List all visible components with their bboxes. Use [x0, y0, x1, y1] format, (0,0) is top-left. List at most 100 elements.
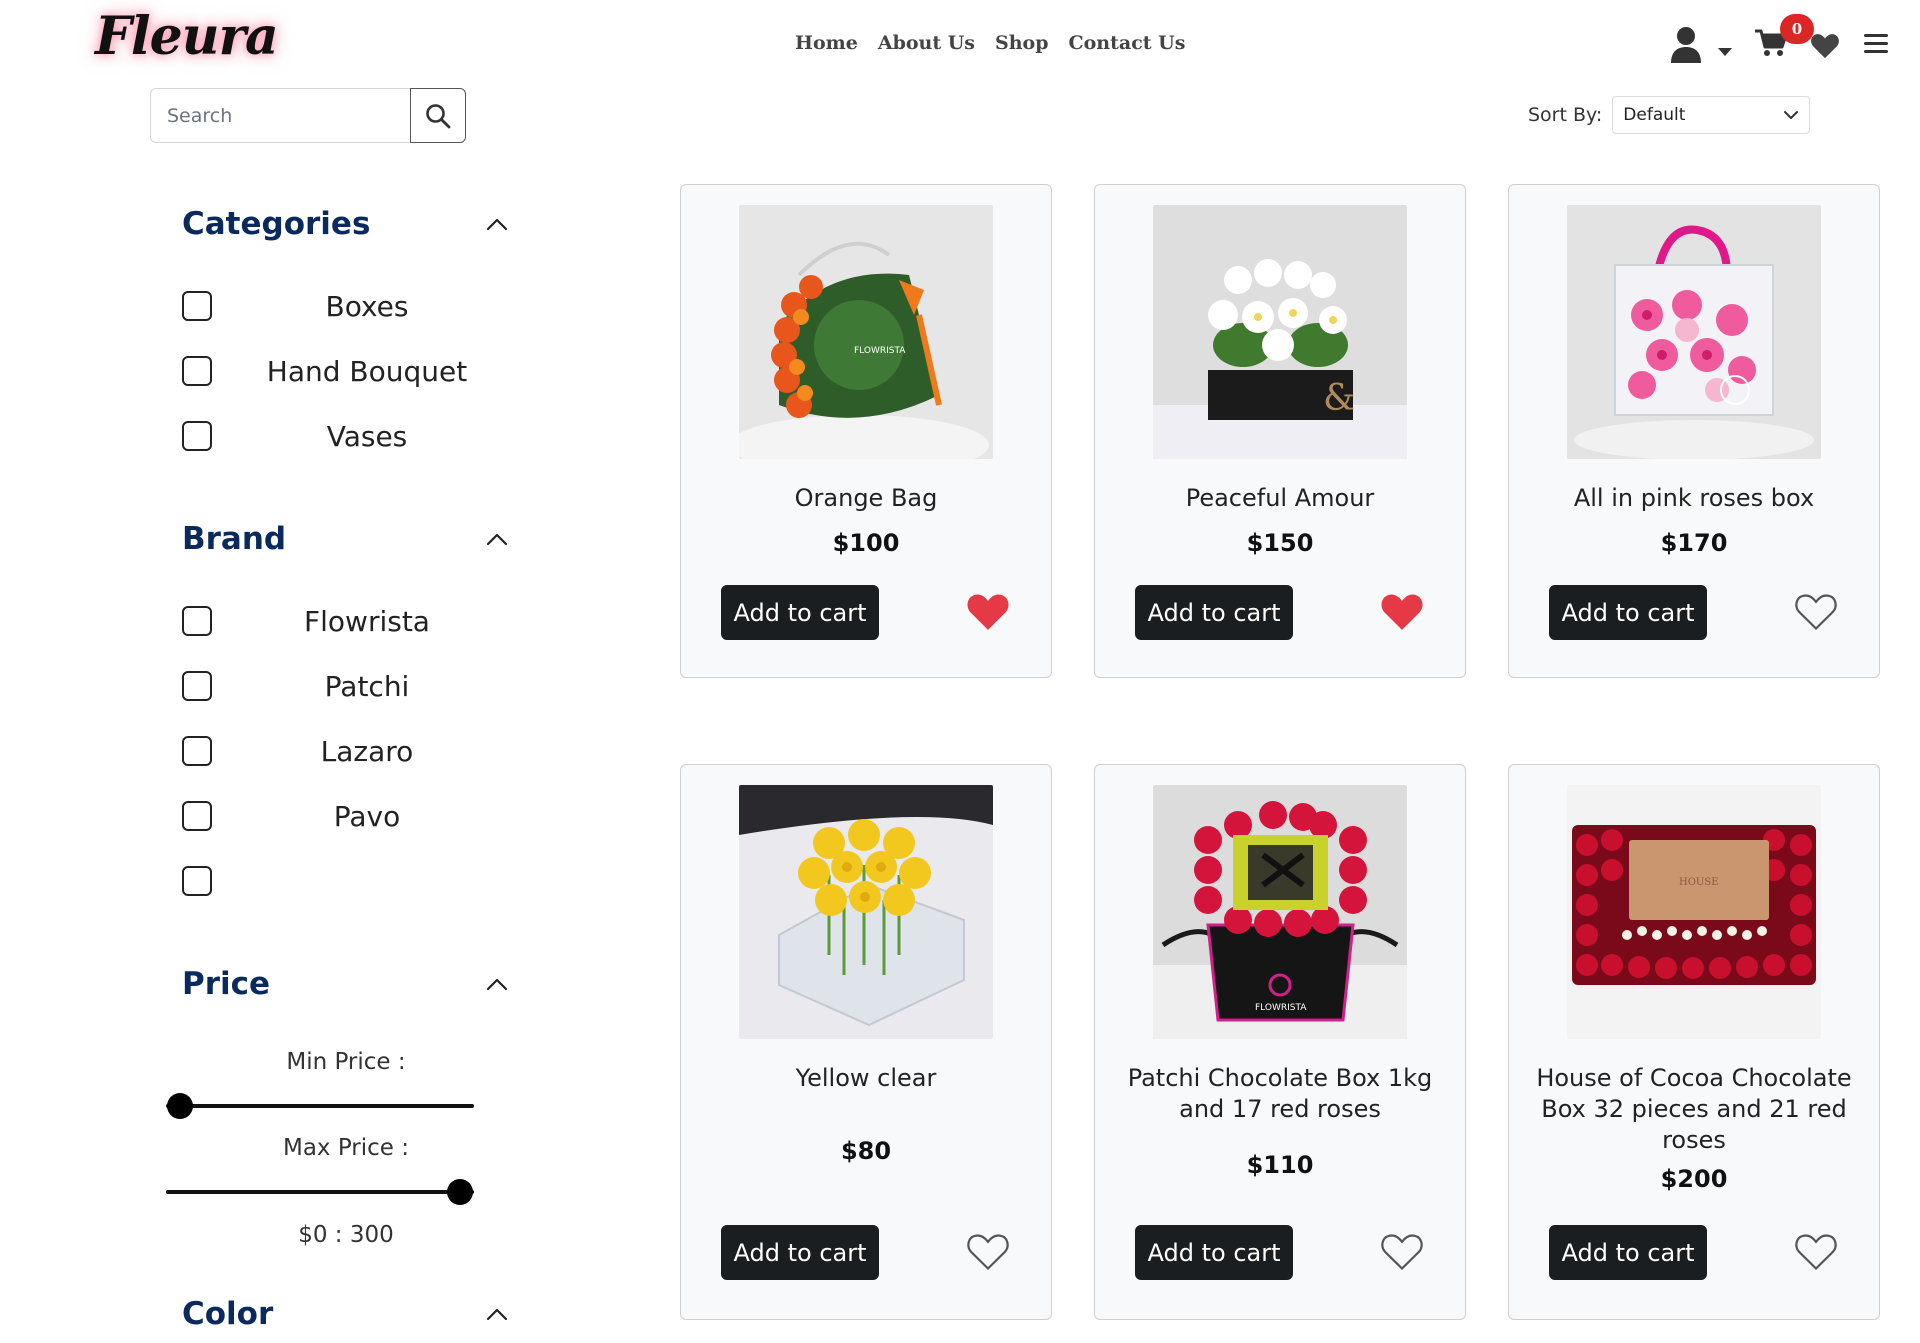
max-price-label: Max Price :	[282, 1135, 410, 1161]
product-price: $200	[1660, 1165, 1728, 1193]
category-option: Boxes	[182, 286, 512, 326]
search-input[interactable]	[150, 88, 410, 143]
slider-track	[166, 1190, 474, 1194]
category-checkbox-boxes[interactable]	[182, 291, 212, 321]
favorite-button[interactable]	[966, 591, 1010, 635]
price-range-text: $0 : 300	[298, 1222, 394, 1248]
sort-control: Sort By: Default	[1528, 96, 1811, 134]
product-image-yellow-clear[interactable]	[739, 785, 993, 1039]
sort-select[interactable]: Default	[1612, 96, 1811, 134]
search-icon	[426, 103, 451, 128]
favorite-button[interactable]	[966, 1231, 1010, 1275]
chevron-up-icon	[486, 218, 508, 231]
search-bar	[150, 88, 466, 143]
color-collapse-toggle[interactable]	[482, 1299, 512, 1329]
heart-filled-icon	[1381, 594, 1423, 630]
brand-option	[182, 861, 512, 901]
sort-selected-value: Default	[1623, 105, 1686, 125]
heart-outline-icon	[1795, 1234, 1837, 1271]
brand-checkbox-pavo[interactable]	[182, 801, 212, 831]
brand-label: Flowrista	[304, 604, 430, 638]
product-card: FLOWRISTA Patchi Chocolate Box 1kg and 1…	[1094, 764, 1466, 1320]
product-name[interactable]: Yellow clear	[701, 1063, 1031, 1094]
slider-thumb[interactable]	[447, 1179, 473, 1205]
price-title: Price	[182, 966, 271, 1002]
favorite-button[interactable]	[1794, 591, 1838, 635]
brand-checkbox-patchi[interactable]	[182, 671, 212, 701]
cart-count-badge: 0	[1780, 14, 1814, 44]
user-menu-button[interactable]	[1670, 26, 1734, 66]
product-price: $170	[1660, 529, 1728, 557]
add-to-cart-button[interactable]: Add to cart	[721, 1225, 879, 1280]
category-checkbox-hand-bouquet[interactable]	[182, 356, 212, 386]
svg-text:HOUSE: HOUSE	[1679, 877, 1719, 888]
heart-filled-icon	[967, 594, 1009, 630]
heart-icon	[1811, 34, 1839, 59]
product-image-house-of-cocoa-box[interactable]: HOUSE	[1567, 785, 1821, 1039]
min-price-label: Min Price :	[286, 1049, 406, 1075]
svg-text:&: &	[1323, 378, 1355, 419]
categories-title: Categories	[182, 206, 371, 242]
product-price: $110	[1246, 1151, 1314, 1179]
product-name[interactable]: Peaceful Amour	[1115, 483, 1445, 514]
min-price-slider[interactable]	[166, 1092, 474, 1120]
add-to-cart-button[interactable]: Add to cart	[1549, 585, 1707, 640]
product-name[interactable]: Orange Bag	[701, 483, 1031, 514]
nav-contact-us[interactable]: Contact Us	[1069, 32, 1186, 54]
slider-track	[166, 1104, 474, 1108]
svg-text:FLOWRISTA: FLOWRISTA	[1255, 1003, 1307, 1013]
search-button[interactable]	[410, 88, 466, 143]
chevron-down-icon	[1784, 111, 1799, 119]
add-to-cart-button[interactable]: Add to cart	[721, 585, 879, 640]
favorite-button[interactable]	[1794, 1231, 1838, 1275]
categories-header: Categories	[182, 202, 512, 246]
brand-header: Brand	[182, 517, 512, 561]
user-icon	[1671, 27, 1701, 63]
heart-outline-icon	[967, 1234, 1009, 1271]
product-card: FLOWRISTA Orange Bag $100 Add to cart	[680, 184, 1052, 678]
brand-label: Patchi	[324, 669, 410, 703]
product-name[interactable]: All in pink roses box	[1529, 483, 1859, 514]
product-price: $150	[1246, 529, 1314, 557]
hamburger-menu-button[interactable]	[1864, 32, 1892, 62]
category-option: Hand Bouquet	[182, 351, 512, 391]
product-price: $100	[832, 529, 900, 557]
brand-collapse-toggle[interactable]	[482, 524, 512, 554]
nav-about-us[interactable]: About Us	[878, 32, 975, 54]
favorite-button[interactable]	[1380, 591, 1424, 635]
add-to-cart-button[interactable]: Add to cart	[1135, 1225, 1293, 1280]
price-collapse-toggle[interactable]	[482, 969, 512, 999]
category-label: Boxes	[325, 289, 409, 323]
product-image-orange-bag[interactable]: FLOWRISTA	[739, 205, 993, 459]
categories-collapse-toggle[interactable]	[482, 209, 512, 239]
brand-label: Lazaro	[320, 734, 414, 768]
favorite-button[interactable]	[1380, 1231, 1424, 1275]
product-name[interactable]: Patchi Chocolate Box 1kg and 17 red rose…	[1115, 1063, 1445, 1125]
main-nav: Home About Us Shop Contact Us	[795, 32, 1185, 54]
product-name[interactable]: House of Cocoa Chocolate Box 32 pieces a…	[1529, 1063, 1859, 1156]
category-label: Hand Bouquet	[266, 354, 468, 388]
brand-option: Patchi	[182, 666, 512, 706]
max-price-slider[interactable]	[166, 1178, 474, 1206]
sort-label: Sort By:	[1528, 104, 1603, 126]
wishlist-button[interactable]	[1810, 32, 1844, 64]
heart-outline-icon	[1795, 594, 1837, 631]
category-checkbox-vases[interactable]	[182, 421, 212, 451]
menu-icon	[1864, 34, 1888, 53]
header-actions: 0	[1670, 14, 1900, 74]
product-image-pink-roses-box[interactable]	[1567, 205, 1821, 459]
add-to-cart-button[interactable]: Add to cart	[1135, 585, 1293, 640]
brand-checkbox-flowrista[interactable]	[182, 606, 212, 636]
product-image-peaceful-amour[interactable]: &	[1153, 205, 1407, 459]
product-image-patchi-chocolate-box[interactable]: FLOWRISTA	[1153, 785, 1407, 1039]
brand-checkbox-lazaro[interactable]	[182, 736, 212, 766]
add-to-cart-button[interactable]: Add to cart	[1549, 1225, 1707, 1280]
category-option: Vases	[182, 416, 512, 456]
nav-shop[interactable]: Shop	[995, 32, 1049, 54]
brand-logo[interactable]: Fleura	[95, 6, 279, 67]
brand-checkbox-unnamed[interactable]	[182, 866, 212, 896]
product-card: Yellow clear $80 Add to cart	[680, 764, 1052, 1320]
nav-home[interactable]: Home	[795, 32, 858, 54]
chevron-up-icon	[486, 1308, 508, 1321]
slider-thumb[interactable]	[167, 1093, 193, 1119]
